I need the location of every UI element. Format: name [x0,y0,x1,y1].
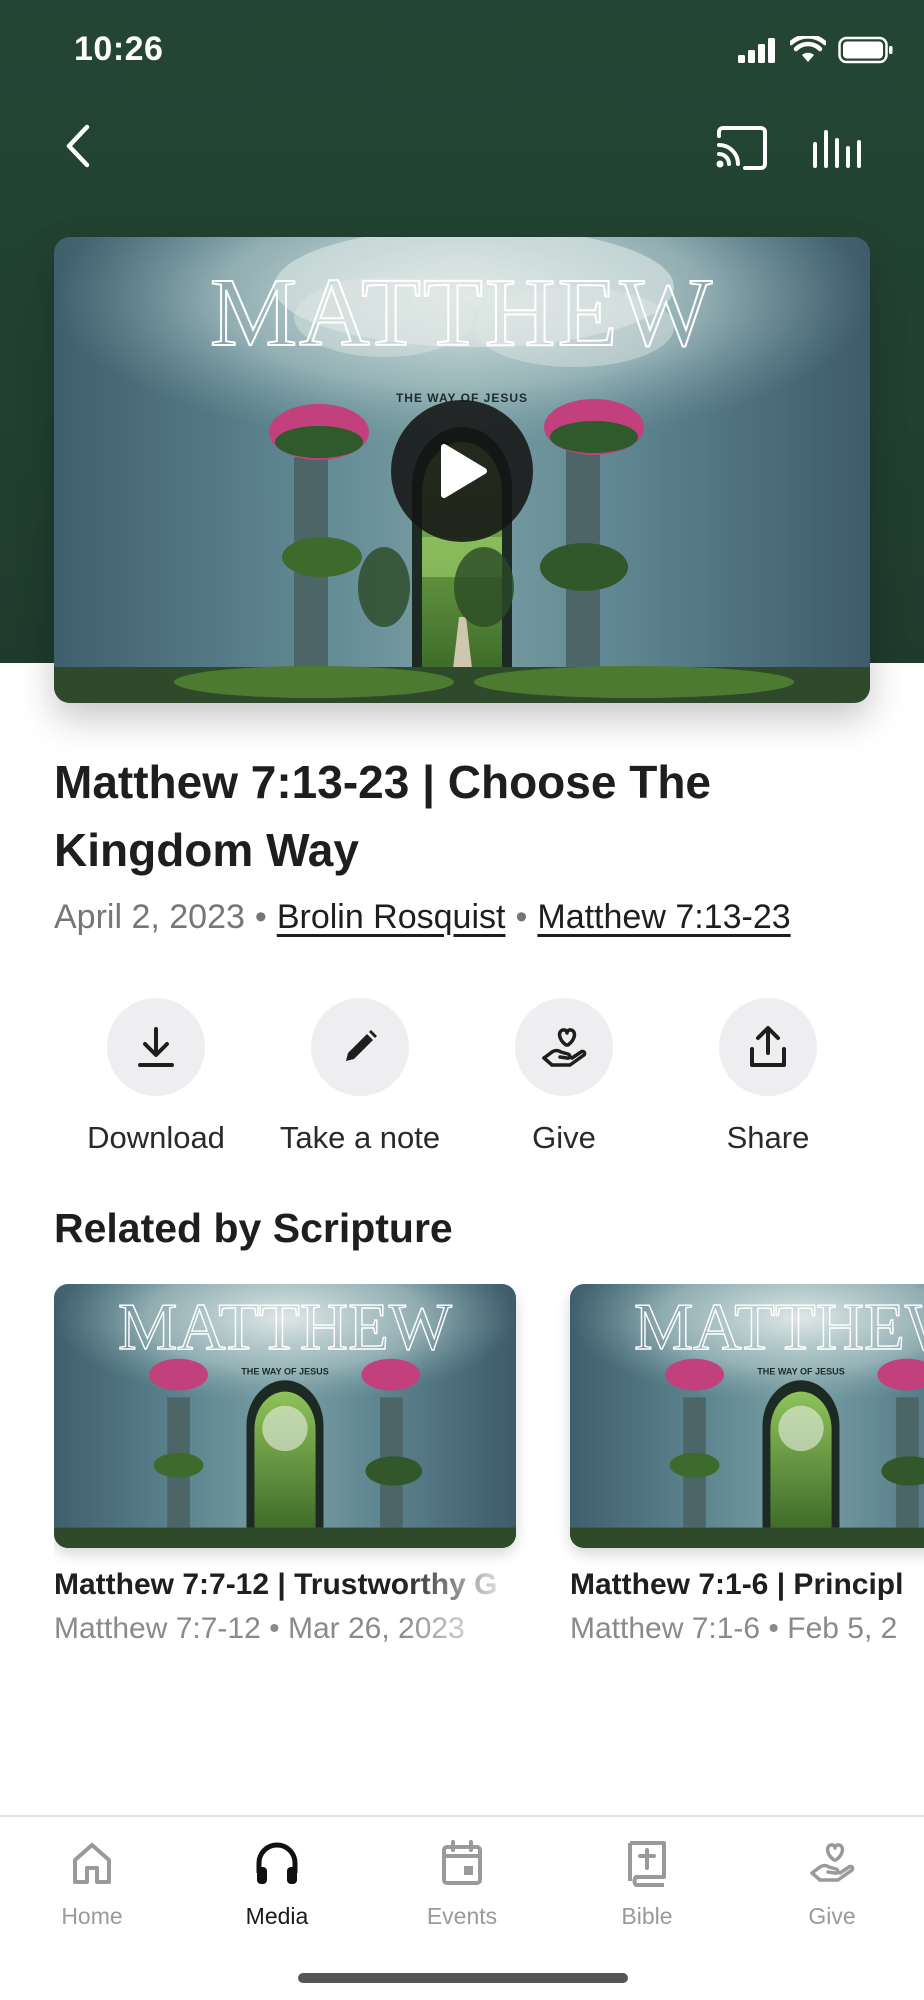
home-indicator[interactable] [298,1973,628,1983]
share-icon [750,1026,786,1067]
artwork-subtitle: THE WAY OF JESUS [241,1367,328,1377]
related-card-scripture: Matthew 7:7-12 [54,1612,261,1645]
audio-bars-icon [813,130,861,168]
related-section-title: Related by Scripture [54,1205,453,1251]
artwork-subtitle: THE WAY OF JESUS [757,1367,844,1377]
related-card-date: Mar 26, 2023 [287,1612,465,1645]
related-thumbnail: MATTHEW THE WAY OF JESUS [54,1284,516,1548]
related-thumbnail: MATTHEW THE WAY OF JESUS [570,1284,924,1548]
tab-label: Media [245,1903,309,1929]
status-time: 10:26 [74,30,164,68]
related-card-scripture: Matthew 7:1-6 [570,1612,761,1645]
status-bar: 10:26 [0,0,924,100]
tab-home[interactable]: Home [0,1835,184,1930]
bible-icon [628,1841,666,1887]
take-note-circle [311,998,409,1096]
artwork-title: MATTHEW [634,1290,924,1364]
play-icon [441,444,487,498]
related-card-title: Matthew 7:7-12 | Trustworthy G [54,1568,498,1601]
take-note-label: Take a note [279,1120,441,1155]
matthew-artwork-image: MATTHEW THE WAY OF JESUS [54,1284,516,1548]
download-label: Download [87,1120,225,1155]
home-icon [73,1843,111,1884]
related-card[interactable]: MATTHEW THE WAY OF JESUS Matthew 7:1-6 |… [570,1284,924,1646]
calendar-icon [442,1840,482,1885]
give-label: Give [532,1120,596,1155]
speaker-link[interactable]: Brolin Rosquist [277,898,506,936]
sermon-artwork[interactable]: MATTHEW THE WAY OF JESUS [54,237,870,703]
action-row: Download Take a note Give Share [54,998,870,1168]
tab-label: Bible [621,1903,673,1929]
related-card[interactable]: MATTHEW THE WAY OF JESUS Matthew 7:7-12 … [54,1284,516,1646]
share-button[interactable]: Share [666,998,870,1156]
sermon-title: Matthew 7:13-23 | Choose The Kingdom Way [54,756,712,876]
related-card-subtitle: Matthew 7:7-12 • Mar 26, 2023 [54,1612,465,1645]
give-circle [515,998,613,1096]
share-label: Share [726,1120,810,1155]
status-icons [738,36,894,64]
meta-separator: • [515,898,528,936]
sermon-meta: April 2, 2023 • Brolin Rosquist • Matthew 7:… [54,898,791,937]
cast-icon [716,126,767,170]
give-hand-heart-icon [542,1028,587,1067]
tab-label: Give [808,1903,856,1929]
scripture-link[interactable]: Matthew 7:13-23 [537,898,790,936]
chevron-left-icon [66,124,90,168]
matthew-artwork-image: MATTHEW THE WAY OF JESUS [570,1284,924,1548]
play-button[interactable] [391,400,533,542]
sermon-date: April 2, 2023 [54,898,245,936]
tab-media[interactable]: Media [185,1835,369,1930]
give-hand-heart-icon [810,1843,855,1882]
related-carousel[interactable]: MATTHEW THE WAY OF JESUS Matthew 7:7-12 … [54,1284,924,1664]
tab-give[interactable]: Give [740,1835,924,1930]
cast-button[interactable] [712,120,772,176]
related-card-date: Feb 5, 2 [787,1612,898,1645]
share-circle [719,998,817,1096]
pencil-icon [346,1030,377,1061]
cellular-signal-icon [738,38,775,63]
tab-label: Events [426,1903,498,1929]
download-button[interactable]: Download [54,998,258,1156]
give-button[interactable]: Give [462,998,666,1156]
headphones-icon [256,1842,298,1884]
audio-mode-button[interactable] [808,120,868,176]
tab-bible[interactable]: Bible [555,1835,739,1930]
download-circle [107,998,205,1096]
artwork-title: MATTHEW [210,259,714,367]
meta-separator: • [254,898,267,936]
artwork-title: MATTHEW [118,1290,452,1364]
back-button[interactable] [48,116,108,176]
related-card-title: Matthew 7:1-6 | Principl [570,1568,904,1601]
take-note-button[interactable]: Take a note [258,998,462,1156]
wifi-icon [790,36,826,62]
download-icon [138,1027,174,1067]
related-card-subtitle: Matthew 7:1-6 • Feb 5, 2 [570,1612,898,1645]
tab-events[interactable]: Events [370,1835,554,1930]
battery-icon [838,36,893,64]
tab-label: Home [61,1903,123,1929]
